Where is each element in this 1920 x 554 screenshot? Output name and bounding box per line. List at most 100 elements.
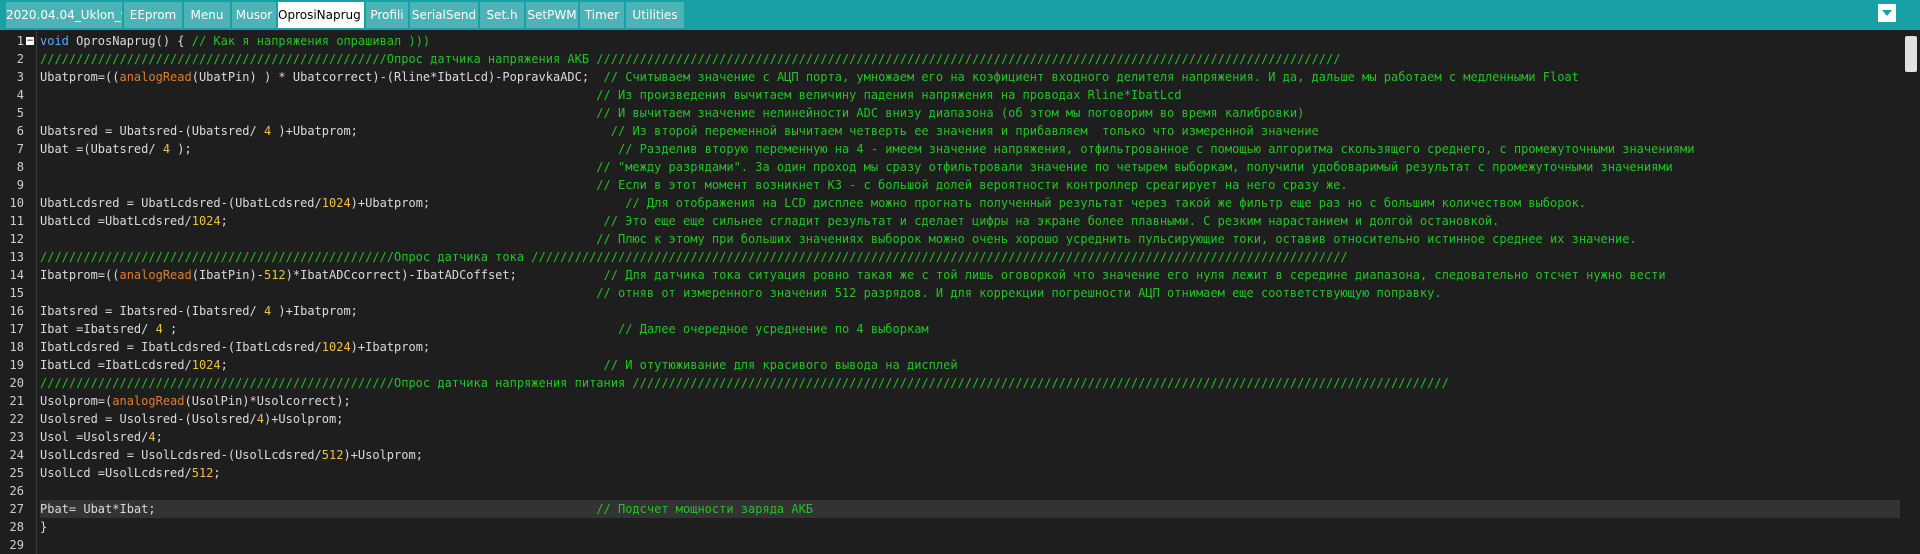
code-text: UbatLcdsred = UbatLcdsred-(UbatLcdsred/ (40, 196, 322, 210)
code-text: Ubat =(Ubatsred/ (40, 142, 163, 156)
code-line[interactable]: Usol =Usolsred/4; (40, 428, 1900, 446)
code-number: 4 (148, 430, 156, 444)
line-number: 16 (9, 304, 24, 318)
code-line[interactable]: UsolLcdsred = UsolLcdsred-(UsolLcdsred/5… (40, 446, 1900, 464)
tab-musor[interactable]: Musor (232, 2, 276, 28)
code-line[interactable] (40, 536, 1900, 554)
code-line[interactable]: Usolprom=(analogRead(UsolPin)*Usolcorrec… (40, 392, 1900, 410)
line-number: 27 (9, 502, 24, 516)
code-text: Usolsred = Usolsred-(Usolsred/ (40, 412, 257, 426)
code-comment: // "между разрядами". За один проход мы … (596, 160, 1673, 174)
code-line[interactable]: Ibat =Ibatsred/ 4 ; // Далее очередное у… (40, 320, 1900, 338)
vertical-scrollbar[interactable] (1902, 30, 1920, 554)
tab-setpwm[interactable]: SetPWM (526, 2, 578, 28)
tab-eeprom[interactable]: EEprom (124, 2, 182, 28)
code-text: ; (220, 214, 604, 228)
line-number: 5 (16, 106, 24, 120)
tab-bar: 2020.04.04_Uklon_v1 EEprom Menu Musor Op… (0, 0, 1920, 30)
code-line[interactable]: Ibatprom=((analogRead(IbatPin)-512)*Ibat… (40, 266, 1900, 284)
code-text: (UsolPin)*Usolcorrect); (184, 394, 351, 408)
code-comment: // Из произведения вычитаем величину пад… (596, 88, 1182, 102)
line-number: 1 (16, 34, 24, 48)
code-number: 512 (191, 466, 214, 480)
code-line[interactable] (40, 482, 1900, 500)
tab-timer[interactable]: Timer (580, 2, 624, 28)
code-line[interactable]: UsolLcd =UsolLcdsred/512; (40, 464, 1900, 482)
line-number: 23 (9, 430, 24, 444)
line-number: 15 (9, 286, 24, 300)
code-function: analogRead (119, 70, 192, 84)
code-editor[interactable]: 1−2 3 4 5 6 7 8 9 10 11 12 13 14 15 16 17 18 19 20 21 22 23 24… (0, 30, 1920, 554)
code-line[interactable]: } (40, 518, 1900, 536)
code-line[interactable]: UbatLcd =UbatLcdsred/1024; // Это еще ещ… (40, 212, 1900, 230)
code-text: ; (213, 466, 221, 480)
line-number: 21 (9, 394, 24, 408)
code-line[interactable]: // "между разрядами". За один проход мы … (40, 158, 1900, 176)
line-number: 12 (9, 232, 24, 246)
tab-utilities[interactable]: Utilities (626, 2, 684, 28)
code-line[interactable]: IbatLcd =IbatLcdsred/1024; // И отутюжив… (40, 356, 1900, 374)
code-number: 1024 (321, 340, 351, 354)
line-number: 8 (16, 160, 24, 174)
code-comment: // Подсчет мощности заряда АКБ (596, 502, 814, 516)
code-text: ); (170, 142, 618, 156)
code-line[interactable]: Ubat =(Ubatsred/ 4 ); // Разделив вторую… (40, 140, 1900, 158)
code-line[interactable]: UbatLcdsred = UbatLcdsred-(UbatLcdsred/1… (40, 194, 1900, 212)
line-number: 14 (9, 268, 24, 282)
code-line[interactable]: ////////////////////////////////////////… (40, 50, 1900, 68)
tab-oprosinaprug[interactable]: OprosiNaprug § (278, 2, 364, 28)
tab-serialsend[interactable]: SerialSend (410, 2, 478, 28)
line-number: 13 (9, 250, 24, 264)
code-text: Usol =Usolsred/ (40, 430, 149, 444)
line-number: 11 (9, 214, 24, 228)
code-text: OprosNaprug() { (68, 34, 192, 48)
code-line[interactable]: ////////////////////////////////////////… (40, 248, 1900, 266)
tab-menu[interactable]: Menu (184, 2, 230, 28)
code-text: Usolprom=( (40, 394, 113, 408)
code-text: (IbatPin)- (191, 268, 264, 282)
code-comment: // Плюс к этому при больших значениях вы… (596, 232, 1637, 246)
code-line[interactable]: Ubatprom=((analogRead(UbatPin) ) * Ubatc… (40, 68, 1900, 86)
code-text: )+Usolprom; (343, 448, 423, 462)
code-line[interactable]: Usolsred = Usolsred-(Usolsred/4)+Usolpro… (40, 410, 1900, 428)
code-line[interactable]: Ibatsred = Ibatsred-(Ibatsred/ 4 )+Ibatp… (40, 302, 1900, 320)
line-number: 9 (16, 178, 24, 192)
code-number: 1024 (321, 196, 351, 210)
tab-2020-04-04-uklon-v1[interactable]: 2020.04.04_Uklon_v1 (6, 2, 122, 28)
code-line[interactable]: // Если в этот момент возникнет КЗ - с б… (40, 176, 1900, 194)
tab-set-h[interactable]: Set.h (480, 2, 524, 28)
code-text: )+Ubatprom; (350, 196, 626, 210)
code-comment: // Для отображения на LCD дисплее можно … (625, 196, 1587, 210)
code-text: )+Ubatprom; (271, 124, 611, 138)
code-function: analogRead (119, 268, 192, 282)
tab-profili[interactable]: Profili (366, 2, 408, 28)
code-keyword: void (40, 34, 69, 48)
code-line[interactable]: Ubatsred = Ubatsred-(Ubatsred/ 4 )+Ubatp… (40, 122, 1900, 140)
fold-toggle-icon[interactable]: − (26, 37, 34, 46)
code-comment: ////////////////////////////////////////… (40, 376, 1449, 390)
line-number: 28 (9, 520, 24, 534)
code-line[interactable]: // Плюс к этому при больших значениях вы… (40, 230, 1900, 248)
code-line[interactable]: // отняв от измеренного значения 512 раз… (40, 284, 1900, 302)
scrollbar-thumb[interactable] (1905, 36, 1917, 72)
code-text: )+Ibatprom; (350, 340, 431, 354)
code-comment: // Для датчика тока ситуация ровно такая… (603, 268, 1666, 282)
code-line[interactable]: // И вычитаем значение нелинейности ADC … (40, 104, 1900, 122)
code-line[interactable]: IbatLcdsred = IbatLcdsred-(IbatLcdsred/1… (40, 338, 1900, 356)
line-number: 2 (16, 52, 24, 66)
code-comment: // отняв от измеренного значения 512 раз… (596, 286, 1442, 300)
code-comment: // Как я напряжения опрашивал ))) (191, 34, 431, 48)
line-number-gutter: 1−2 3 4 5 6 7 8 9 10 11 12 13 14 15 16 17 18 19 20 21 22 23 24… (0, 30, 37, 554)
code-line[interactable]: // Из произведения вычитаем величину пад… (40, 86, 1900, 104)
code-area[interactable]: void OprosNaprug() { // Как я напряжения… (40, 30, 1900, 554)
tab-menu-dropdown-button[interactable] (1878, 4, 1896, 22)
code-line[interactable]: Pbat= Ubat*Ibat; // Подсчет мощности зар… (40, 500, 1900, 518)
code-line[interactable]: void OprosNaprug() { // Как я напряжения… (40, 32, 1900, 50)
line-number: 24 (9, 448, 24, 462)
line-number: 29 (9, 538, 24, 552)
code-line[interactable]: ////////////////////////////////////////… (40, 374, 1900, 392)
code-text: IbatLcd =IbatLcdsred/ (40, 358, 192, 372)
